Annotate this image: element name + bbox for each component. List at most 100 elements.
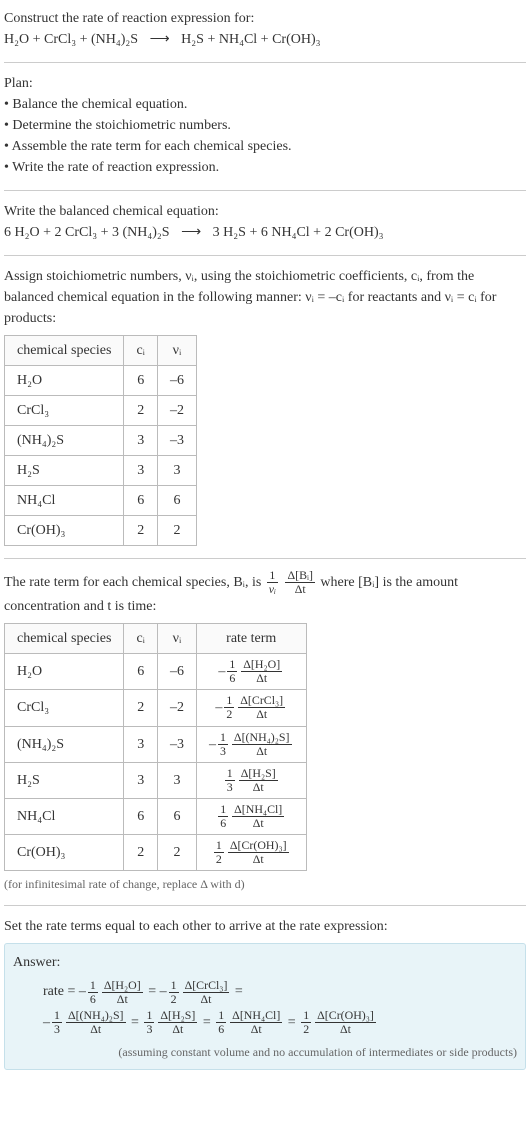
cell-species: H₂S xyxy=(5,762,124,798)
cell-species: CrCl₃ xyxy=(5,396,124,426)
plan-item: • Determine the stoichiometric numbers. xyxy=(4,115,526,136)
cell-ci: 2 xyxy=(124,690,158,726)
cell-ci: 3 xyxy=(124,426,158,456)
frac-den: 6 xyxy=(227,672,237,685)
frac-num: 1 xyxy=(267,569,278,583)
frac-den: Δt xyxy=(183,993,230,1006)
rate-term-text-a: The rate term for each chemical species,… xyxy=(4,575,265,590)
frac-den: Δt xyxy=(228,853,289,866)
fraction: Δ[NH₄Cl]Δt xyxy=(232,803,284,830)
divider xyxy=(4,558,526,559)
plan-section: Plan: • Balance the chemical equation. •… xyxy=(4,73,526,178)
fraction: 12 xyxy=(214,839,224,866)
table-row: Cr(OH)₃22 xyxy=(5,516,197,546)
title-section: Construct the rate of reaction expressio… xyxy=(4,8,526,50)
equals: = xyxy=(131,1015,142,1030)
balanced-section: Write the balanced chemical equation: 6 … xyxy=(4,201,526,243)
frac-den: 6 xyxy=(88,993,98,1006)
frac-num: Δ[(NH₄)₂S] xyxy=(232,731,292,745)
frac-num: Δ[(NH₄)₂S] xyxy=(66,1009,126,1023)
rate-prefix: rate = xyxy=(43,984,79,999)
sign: – xyxy=(160,984,167,999)
cell-species: (NH₄)₂S xyxy=(5,726,124,762)
th-vi: νᵢ xyxy=(157,624,196,654)
table-row: H₂S33 xyxy=(5,456,197,486)
plan-item-text: Write the rate of reaction expression. xyxy=(12,160,219,175)
cell-species: (NH₄)₂S xyxy=(5,426,124,456)
plan-item-text: Balance the chemical equation. xyxy=(12,97,187,112)
frac-den: Δt xyxy=(66,1023,126,1036)
cell-ci: 3 xyxy=(124,726,158,762)
set-equal-text: Set the rate terms equal to each other t… xyxy=(4,916,526,937)
cell-vi: –6 xyxy=(157,366,196,396)
unbalanced-rhs: H₂S + NH₄Cl + Cr(OH)₃ xyxy=(181,32,320,47)
frac-num: Δ[NH₄Cl] xyxy=(230,1009,282,1023)
cell-species: NH₄Cl xyxy=(5,486,124,516)
cell-ci: 6 xyxy=(124,798,158,834)
table-row: H₂S 3 3 13 Δ[H₂S]Δt xyxy=(5,762,307,798)
plan-item-text: Determine the stoichiometric numbers. xyxy=(12,118,231,133)
cell-ci: 6 xyxy=(124,486,158,516)
reaction-arrow: ⟶ xyxy=(181,225,201,240)
frac-den: 6 xyxy=(216,1023,226,1036)
frac-num: 1 xyxy=(301,1009,311,1023)
equals: = xyxy=(235,984,243,999)
cell-vi: –3 xyxy=(157,726,196,762)
cell-ci: 2 xyxy=(124,835,158,871)
frac-den: Δt xyxy=(102,993,143,1006)
frac-num: Δ[H₂S] xyxy=(158,1009,197,1023)
cell-ci: 2 xyxy=(124,516,158,546)
frac-num: 1 xyxy=(52,1009,62,1023)
table-row: Cr(OH)₃ 2 2 12Δ[Cr(OH)₃]Δt xyxy=(5,835,307,871)
answer-note: (assuming constant volume and no accumul… xyxy=(13,1043,517,1061)
frac-den: 3 xyxy=(52,1023,62,1036)
rate-term-paragraph: The rate term for each chemical species,… xyxy=(4,569,526,617)
frac-den: 2 xyxy=(301,1023,311,1036)
frac-den: Δt xyxy=(232,817,284,830)
table-header-row: chemical species cᵢ νᵢ rate term xyxy=(5,624,307,654)
balanced-equation: 6 H₂O + 2 CrCl₃ + 3 (NH₄)₂S ⟶ 3 H₂S + 6 … xyxy=(4,222,526,243)
fraction: 13 xyxy=(52,1009,62,1036)
fraction: Δ[H₂S]Δt xyxy=(158,1009,197,1036)
frac-den: Δt xyxy=(158,1023,197,1036)
frac-den: 6 xyxy=(218,817,228,830)
cell-vi: 6 xyxy=(157,486,196,516)
cell-rate: 13 Δ[H₂S]Δt xyxy=(196,762,306,798)
frac-num: 1 xyxy=(216,1009,226,1023)
frac-num: 1 xyxy=(214,839,224,853)
fraction: 12 xyxy=(301,1009,311,1036)
cell-rate: 16Δ[NH₄Cl]Δt xyxy=(196,798,306,834)
frac-num: Δ[Bᵢ] xyxy=(285,569,314,583)
divider xyxy=(4,62,526,63)
frac-num: Δ[CrCl₃] xyxy=(183,979,230,993)
frac-den: 3 xyxy=(225,781,235,794)
sign: – xyxy=(209,736,216,751)
frac-den: Δt xyxy=(230,1023,282,1036)
balanced-rhs: 3 H₂S + 6 NH₄Cl + 2 Cr(OH)₃ xyxy=(213,225,384,240)
fraction: 13 xyxy=(225,767,235,794)
cell-rate: –12Δ[CrCl₃]Δt xyxy=(196,690,306,726)
cell-species: Cr(OH)₃ xyxy=(5,516,124,546)
sign: – xyxy=(79,984,86,999)
stoichiometric-table: chemical species cᵢ νᵢ H₂O6–6 CrCl₃2–2 (… xyxy=(4,335,197,546)
fraction: Δ[CrCl₃]Δt xyxy=(238,694,285,721)
frac-num: Δ[H₂S] xyxy=(239,767,278,781)
frac-den: 2 xyxy=(214,853,224,866)
cell-species: CrCl₃ xyxy=(5,690,124,726)
balanced-lhs: 6 H₂O + 2 CrCl₃ + 3 (NH₄)₂S xyxy=(4,225,170,240)
fraction: 12 xyxy=(224,694,234,721)
fraction: 12 xyxy=(169,979,179,1006)
answer-label: Answer: xyxy=(13,952,517,973)
unbalanced-equation: H₂O + CrCl₃ + (NH₄)₂S ⟶ H₂S + NH₄Cl + Cr… xyxy=(4,29,526,50)
frac-num: 1 xyxy=(88,979,98,993)
table-row: NH₄Cl66 xyxy=(5,486,197,516)
plan-item: • Write the rate of reaction expression. xyxy=(4,157,526,178)
frac-den: Δt xyxy=(239,781,278,794)
cell-species: Cr(OH)₃ xyxy=(5,835,124,871)
sign: – xyxy=(43,1015,50,1030)
frac-den: Δt xyxy=(285,583,314,596)
cell-ci: 3 xyxy=(124,762,158,798)
cell-rate: 12Δ[Cr(OH)₃]Δt xyxy=(196,835,306,871)
final-section: Set the rate terms equal to each other t… xyxy=(4,916,526,1070)
divider xyxy=(4,190,526,191)
